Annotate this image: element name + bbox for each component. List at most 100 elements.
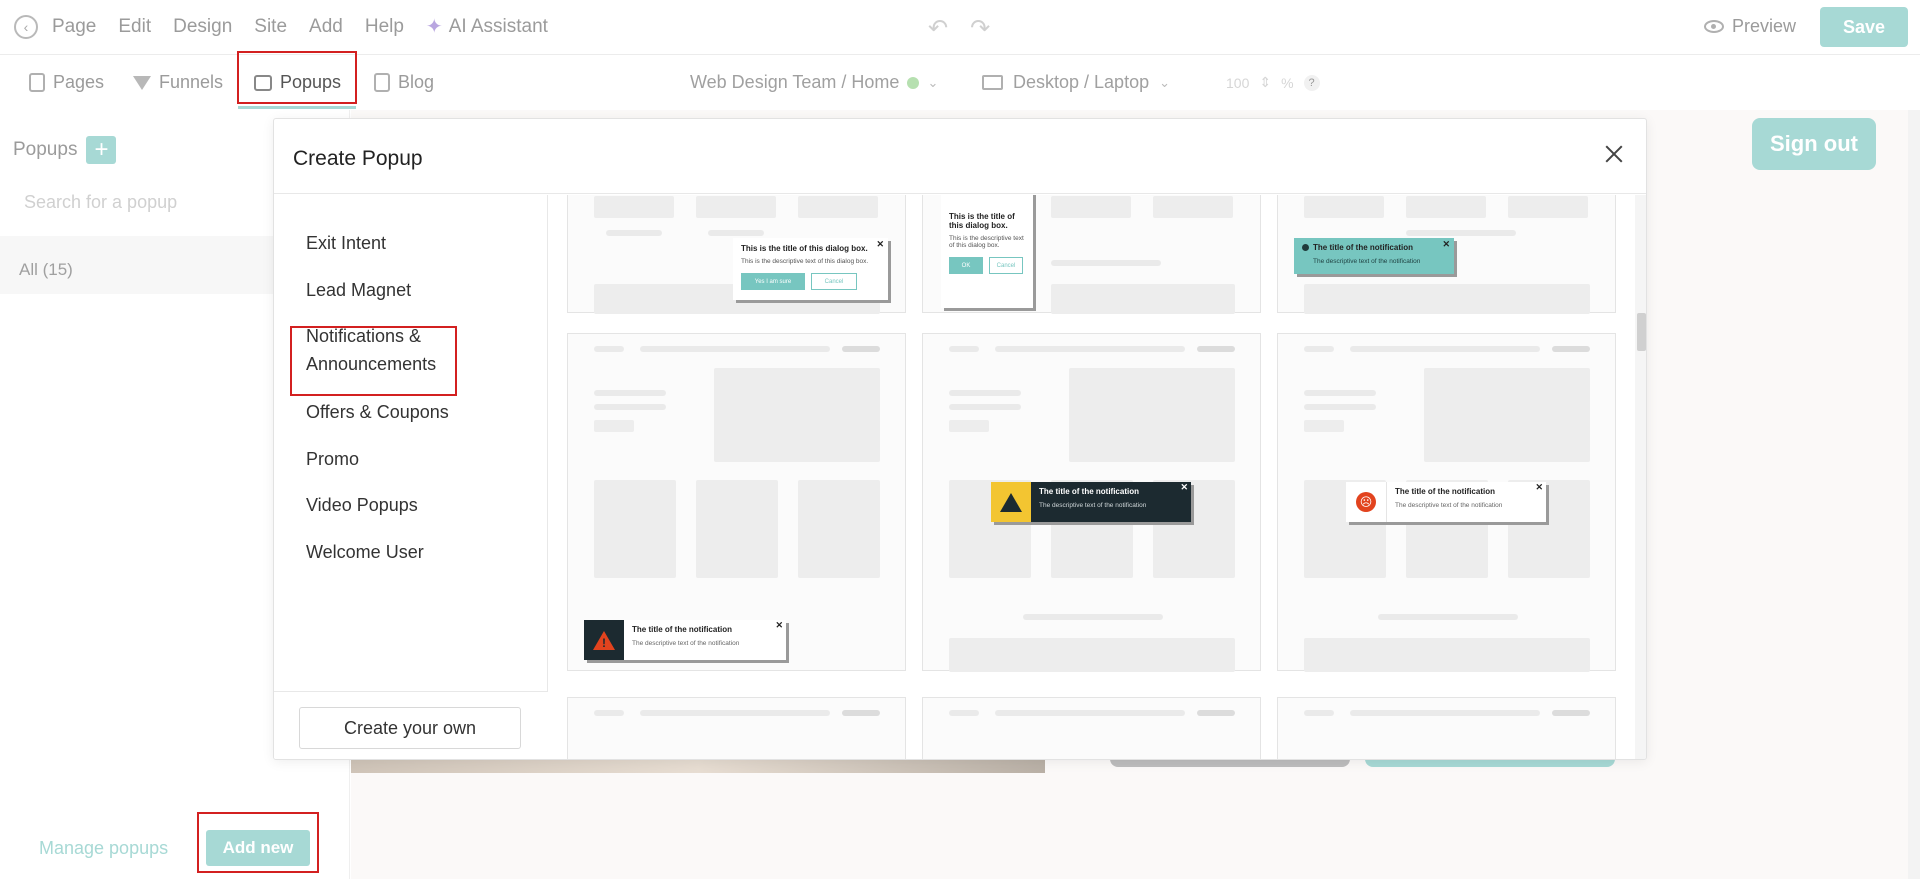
wireframe-line bbox=[1552, 710, 1590, 716]
main-menu: ‹ Page Edit Design Site Add Help ✦ AI As… bbox=[14, 14, 548, 39]
wireframe-block bbox=[696, 196, 776, 218]
template-card[interactable]: ☹ The title of the notification The desc… bbox=[1277, 333, 1616, 672]
close-icon[interactable] bbox=[1599, 139, 1629, 169]
add-popup-button[interactable]: + bbox=[86, 136, 117, 164]
wireframe-block bbox=[1508, 196, 1588, 218]
notif-preview-title: The title of the notification bbox=[632, 625, 732, 634]
wireframe-line bbox=[1304, 710, 1334, 716]
template-card[interactable] bbox=[1277, 697, 1616, 759]
device-selector[interactable]: Desktop / Laptop ⌄ bbox=[982, 72, 1170, 93]
wireframe-block bbox=[1069, 368, 1235, 462]
highlight-popups-tab bbox=[237, 51, 357, 104]
template-card[interactable] bbox=[567, 697, 906, 759]
category-list: Exit Intent Lead Magnet Notifications & … bbox=[274, 195, 548, 759]
wireframe-line bbox=[995, 346, 1185, 352]
wireframe-block bbox=[1406, 196, 1486, 218]
page-icon bbox=[29, 73, 45, 92]
wireframe-block bbox=[1424, 368, 1590, 462]
category-lead-magnet[interactable]: Lead Magnet bbox=[306, 276, 411, 304]
category-promo[interactable]: Promo bbox=[306, 445, 359, 473]
wireframe-line bbox=[594, 404, 666, 410]
tab-blog[interactable]: Blog bbox=[374, 72, 434, 93]
active-tab-indicator bbox=[238, 106, 356, 109]
chevron-down-icon: ⌄ bbox=[1159, 74, 1170, 90]
scrollbar-thumb[interactable] bbox=[1637, 313, 1646, 351]
wireframe-line bbox=[606, 230, 662, 236]
device-label: Desktop / Laptop bbox=[1013, 72, 1150, 92]
preview-button[interactable]: Preview bbox=[1704, 16, 1796, 37]
menu-edit[interactable]: Edit bbox=[118, 16, 151, 38]
tab-pages[interactable]: Pages bbox=[29, 72, 104, 93]
wireframe-block bbox=[1304, 638, 1590, 672]
zoom-value[interactable]: 100 bbox=[1226, 75, 1249, 91]
undo-icon[interactable]: ↶ bbox=[928, 14, 948, 43]
menu-help[interactable]: Help bbox=[365, 16, 404, 38]
menu-design[interactable]: Design bbox=[173, 16, 232, 38]
status-dot-icon bbox=[907, 76, 920, 89]
stepper-icon[interactable]: ⇕ bbox=[1259, 74, 1271, 91]
canvas-scrollbar[interactable] bbox=[1908, 110, 1920, 879]
warning-icon bbox=[593, 630, 615, 650]
template-card[interactable] bbox=[922, 697, 1261, 759]
wireframe-block bbox=[949, 420, 989, 432]
notification-preview-dark-yellow: The title of the notification The descri… bbox=[991, 482, 1191, 522]
wireframe-block bbox=[1051, 284, 1235, 314]
wireframe-line bbox=[1552, 346, 1590, 352]
template-card[interactable]: This is the title of this dialog box. Th… bbox=[922, 195, 1261, 314]
wireframe-line bbox=[842, 346, 880, 352]
top-toolbar: ‹ Page Edit Design Site Add Help ✦ AI As… bbox=[0, 0, 1920, 55]
close-icon: ✕ bbox=[775, 620, 783, 630]
redo-icon[interactable]: ↷ bbox=[970, 14, 990, 43]
template-card[interactable]: The title of the notification The descri… bbox=[922, 333, 1261, 672]
menu-add[interactable]: Add bbox=[309, 16, 343, 38]
notif-preview-title: The title of the notification bbox=[1313, 243, 1413, 252]
menu-page[interactable]: Page bbox=[52, 16, 96, 38]
menu-site[interactable]: Site bbox=[254, 16, 287, 38]
category-offers-coupons[interactable]: Offers & Coupons bbox=[306, 398, 449, 426]
wireframe-block bbox=[1304, 284, 1590, 314]
sign-out-button[interactable]: Sign out bbox=[1752, 118, 1876, 170]
notif-preview-desc: The descriptive text of the notification bbox=[1395, 502, 1503, 509]
template-card[interactable]: ✕ This is the title of this dialog box. … bbox=[567, 195, 906, 314]
warning-icon bbox=[1000, 492, 1022, 512]
dialog-preview-title: This is the title of this dialog box. bbox=[949, 212, 1015, 230]
ai-assistant-button[interactable]: ✦ AI Assistant bbox=[426, 14, 548, 39]
create-your-own-button[interactable]: Create your own bbox=[299, 707, 521, 749]
notification-preview-dark-red: The title of the notification The descri… bbox=[584, 620, 786, 660]
chevron-down-icon: ⌄ bbox=[927, 74, 939, 90]
zoom-control[interactable]: 100 ⇕ % ? bbox=[1226, 74, 1320, 91]
category-welcome-user[interactable]: Welcome User bbox=[306, 538, 424, 566]
search-input[interactable]: Search for a popup bbox=[24, 192, 177, 213]
dialog-preview: ✕ This is the title of this dialog box. … bbox=[733, 238, 888, 300]
dialog-preview-title: This is the title of this dialog box. bbox=[741, 244, 868, 253]
template-card[interactable]: ✕ The title of the notification The desc… bbox=[1277, 195, 1616, 314]
sad-face-icon: ☹ bbox=[1356, 492, 1376, 512]
manage-popups-link[interactable]: Manage popups bbox=[39, 838, 168, 859]
template-scrollbar[interactable] bbox=[1635, 195, 1646, 759]
category-exit-intent[interactable]: Exit Intent bbox=[306, 229, 386, 257]
close-icon: ✕ bbox=[1180, 482, 1188, 492]
tab-funnels[interactable]: Funnels bbox=[133, 72, 223, 93]
wireframe-line bbox=[640, 346, 830, 352]
site-selector[interactable]: Web Design Team / Home ⌄ bbox=[690, 72, 938, 93]
zoom-unit: % bbox=[1281, 74, 1294, 91]
category-video-popups[interactable]: Video Popups bbox=[306, 491, 418, 519]
dialog-preview-desc: This is the descriptive text of this dia… bbox=[741, 258, 869, 265]
tab-funnels-label: Funnels bbox=[159, 72, 224, 92]
notification-preview-teal: ✕ The title of the notification The desc… bbox=[1294, 238, 1454, 274]
wireframe-block bbox=[594, 420, 634, 432]
template-card[interactable]: The title of the notification The descri… bbox=[567, 333, 906, 671]
help-icon[interactable]: ? bbox=[1303, 74, 1320, 91]
notification-preview-light: ☹ The title of the notification The desc… bbox=[1346, 482, 1546, 522]
tab-pages-label: Pages bbox=[53, 72, 105, 92]
wireframe-line bbox=[1378, 614, 1518, 620]
wireframe-line bbox=[1350, 346, 1540, 352]
wireframe-block bbox=[798, 480, 880, 578]
back-icon[interactable]: ‹ bbox=[14, 14, 38, 39]
preview-label: Preview bbox=[1732, 16, 1797, 36]
tab-blog-label: Blog bbox=[398, 72, 435, 92]
save-button[interactable]: Save bbox=[1820, 7, 1908, 47]
close-icon: ✕ bbox=[1535, 482, 1543, 492]
dialog-preview: This is the title of this dialog box. Th… bbox=[941, 195, 1033, 308]
highlight-notifications bbox=[290, 326, 457, 396]
